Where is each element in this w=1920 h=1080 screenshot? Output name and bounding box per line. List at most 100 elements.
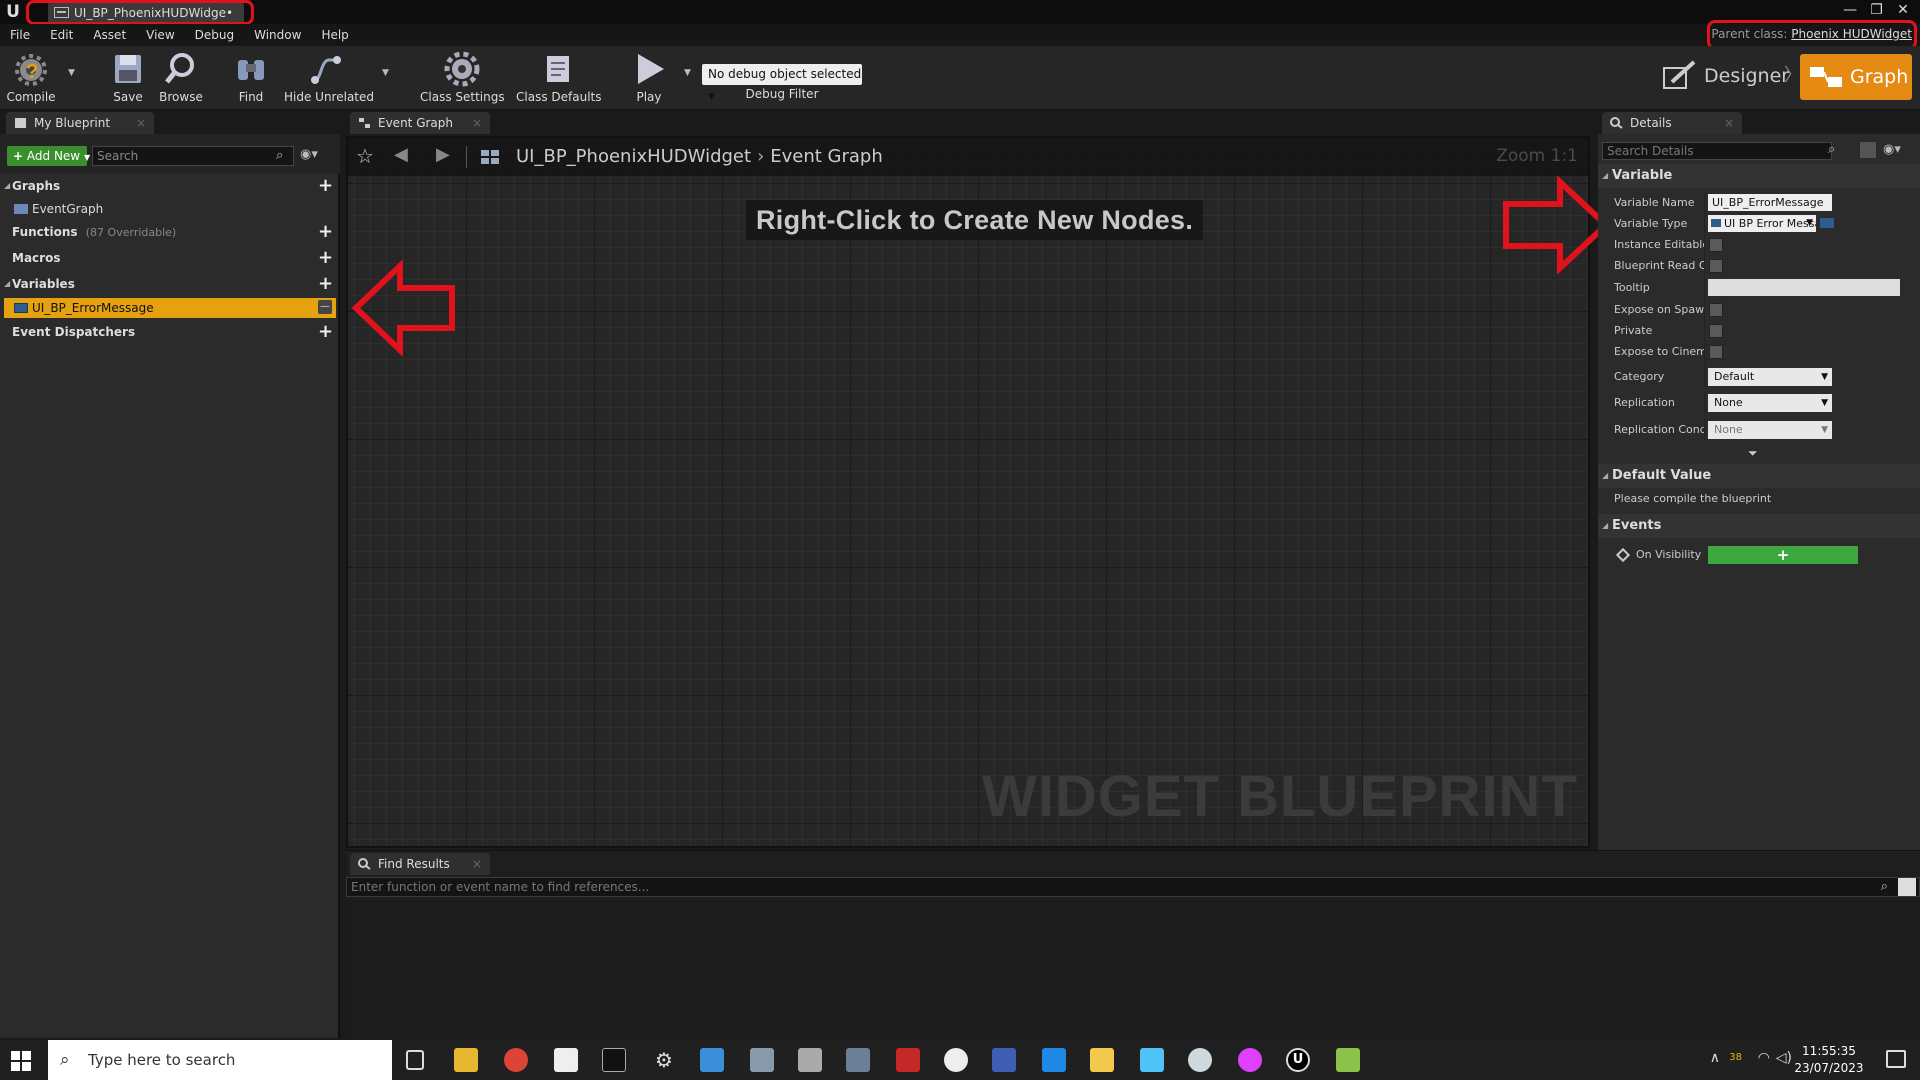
add-new-button[interactable]: + Add New ▼ xyxy=(7,146,90,166)
compile-button[interactable]: ? Compile xyxy=(4,48,58,108)
details-search-input[interactable]: Search Details xyxy=(1602,142,1832,160)
chrome-icon[interactable] xyxy=(504,1048,528,1072)
view-options-eye-icon[interactable]: ◉▾ xyxy=(1883,142,1901,157)
section-macros[interactable]: Macros + xyxy=(0,246,340,270)
debug-object-select[interactable]: No debug object selected ▼ xyxy=(702,64,862,102)
file-explorer-icon[interactable] xyxy=(454,1048,478,1072)
bp-read-only-checkbox[interactable] xyxy=(1709,259,1723,273)
app-icon-red[interactable] xyxy=(896,1048,920,1072)
tooltip-input[interactable] xyxy=(1708,279,1900,296)
close-tab-icon[interactable]: × xyxy=(136,112,146,134)
close-window-button[interactable]: ✕ xyxy=(1892,2,1914,18)
app-icon-light[interactable] xyxy=(798,1048,822,1072)
taskbar-search-box[interactable]: ⌕ Type here to search xyxy=(48,1040,392,1080)
expose-spawn-checkbox[interactable] xyxy=(1709,303,1723,317)
section-events[interactable]: ◢ Events xyxy=(1598,514,1920,538)
variable-name-field[interactable]: UI_BP_ErrorMessage xyxy=(1708,194,1832,211)
notepad-icon[interactable] xyxy=(554,1048,578,1072)
section-variable[interactable]: ◢ Variable xyxy=(1598,164,1920,188)
app-icon-cyan[interactable] xyxy=(1140,1048,1164,1072)
expose-cinematics-checkbox[interactable] xyxy=(1709,345,1723,359)
clock-time[interactable]: 11:55:35 xyxy=(1794,1044,1864,1058)
add-dispatcher-button[interactable]: + xyxy=(318,320,333,344)
close-tab-icon[interactable]: × xyxy=(472,112,482,134)
app-icon-yellow[interactable] xyxy=(1090,1048,1114,1072)
add-function-button[interactable]: + xyxy=(318,220,333,244)
tab-find-results[interactable]: Find Results × xyxy=(350,853,490,875)
variable-type-select[interactable]: UI BP Error Message ▼ xyxy=(1708,215,1816,232)
browse-type-icon[interactable] xyxy=(1820,218,1834,228)
minimize-button[interactable]: — xyxy=(1839,2,1861,18)
play-options-caret[interactable]: ▼ xyxy=(684,68,691,78)
compile-options-caret[interactable]: ▼ xyxy=(68,68,75,78)
save-button[interactable]: Save xyxy=(106,48,150,108)
network-icon[interactable]: ◠ xyxy=(1758,1050,1770,1066)
tab-my-blueprint[interactable]: My Blueprint × xyxy=(6,112,154,134)
app-icon-round[interactable] xyxy=(944,1048,968,1072)
menu-asset[interactable]: Asset xyxy=(83,24,136,42)
class-settings-button[interactable]: Class Settings xyxy=(420,48,505,108)
close-tab-icon[interactable]: × xyxy=(243,6,244,20)
view-options-eye-icon[interactable]: ◉▾ xyxy=(300,147,318,162)
designer-mode-button[interactable]: Designer xyxy=(1658,54,1789,98)
clock-date[interactable]: 23/07/2023 xyxy=(1794,1061,1864,1075)
class-defaults-button[interactable]: Class Defaults xyxy=(516,48,601,108)
tree-item-eventgraph[interactable]: EventGraph xyxy=(12,198,332,220)
app-icon-gray[interactable] xyxy=(750,1048,774,1072)
advanced-expand-icon[interactable]: ⏷ xyxy=(1748,446,1758,461)
breadcrumb-leaf[interactable]: Event Graph xyxy=(770,146,883,167)
hide-unrelated-button[interactable]: Hide Unrelated xyxy=(284,48,374,108)
menu-debug[interactable]: Debug xyxy=(185,24,244,42)
variable-visibility-toggle[interactable]: — xyxy=(318,300,332,314)
add-variable-button[interactable]: + xyxy=(318,272,333,296)
find-button[interactable]: Find xyxy=(228,48,274,108)
property-matrix-icon[interactable] xyxy=(1860,142,1876,158)
parent-class-link[interactable]: Phoenix HUDWidget xyxy=(1791,27,1912,41)
breadcrumb-root[interactable]: UI_BP_PhoenixHUDWidget xyxy=(516,146,751,167)
graph-mode-button[interactable]: Graph xyxy=(1800,54,1912,100)
find-references-input[interactable]: Enter function or event name to find ref… xyxy=(346,877,1920,897)
app-icon-cloud[interactable] xyxy=(1188,1048,1212,1072)
rep-condition-select[interactable]: None ▼ xyxy=(1708,421,1832,439)
event-graph-canvas[interactable]: ☆ ◀ ▶ UI_BP_PhoenixHUDWidget › Event Graph… xyxy=(346,136,1590,848)
menu-help[interactable]: Help xyxy=(311,24,358,42)
section-default-value[interactable]: ◢ Default Value xyxy=(1598,464,1920,488)
play-button[interactable]: Play xyxy=(624,48,674,108)
section-functions[interactable]: Functions (87 Overridable) + xyxy=(0,220,340,244)
close-tab-icon[interactable]: × xyxy=(472,853,482,875)
instance-editable-checkbox[interactable] xyxy=(1709,238,1723,252)
app-icon-mail[interactable] xyxy=(1042,1048,1066,1072)
tab-event-graph[interactable]: Event Graph × xyxy=(350,112,490,134)
settings-gear-icon[interactable]: ⚙ xyxy=(652,1048,676,1072)
private-checkbox[interactable] xyxy=(1709,324,1723,338)
windows-start-icon[interactable] xyxy=(10,1050,32,1072)
maximize-button[interactable]: ❐ xyxy=(1866,2,1888,18)
document-tab[interactable]: UI_BP_PhoenixHUDWidge• × xyxy=(48,2,244,24)
app-icon-drop[interactable] xyxy=(1238,1048,1262,1072)
section-variables[interactable]: ◢ Variables + xyxy=(0,272,340,296)
app-icon-slate[interactable] xyxy=(846,1048,870,1072)
unreal-engine-icon[interactable]: U xyxy=(1286,1048,1310,1072)
my-blueprint-search-input[interactable]: Search xyxy=(92,146,294,166)
volume-icon[interactable]: ◁) xyxy=(1776,1050,1792,1066)
back-arrow-icon[interactable]: ◀ xyxy=(394,144,408,165)
notification-center-icon[interactable] xyxy=(1886,1050,1906,1068)
terminal-icon[interactable] xyxy=(602,1048,626,1072)
find-in-all-blueprints-icon[interactable] xyxy=(1898,878,1916,896)
close-tab-icon[interactable]: × xyxy=(1724,112,1734,134)
browse-button[interactable]: Browse xyxy=(156,48,206,108)
forward-arrow-icon[interactable]: ▶ xyxy=(436,144,450,165)
menu-edit[interactable]: Edit xyxy=(40,24,83,42)
tray-expand-chevron-icon[interactable]: ∧ xyxy=(1710,1050,1720,1066)
replication-select[interactable]: None ▼ xyxy=(1708,394,1832,412)
hide-unrelated-caret[interactable]: ▼ xyxy=(382,68,389,78)
task-view-icon[interactable] xyxy=(406,1050,424,1070)
menu-view[interactable]: View xyxy=(136,24,184,42)
add-macro-button[interactable]: + xyxy=(318,246,333,270)
menu-window[interactable]: Window xyxy=(244,24,311,42)
app-icon-navy[interactable] xyxy=(992,1048,1016,1072)
tab-details[interactable]: Details × xyxy=(1602,112,1742,134)
menu-file[interactable]: File xyxy=(0,24,40,42)
variable-item-error-message[interactable]: UI_BP_ErrorMessage — xyxy=(4,298,336,318)
app-icon-blue[interactable] xyxy=(700,1048,724,1072)
